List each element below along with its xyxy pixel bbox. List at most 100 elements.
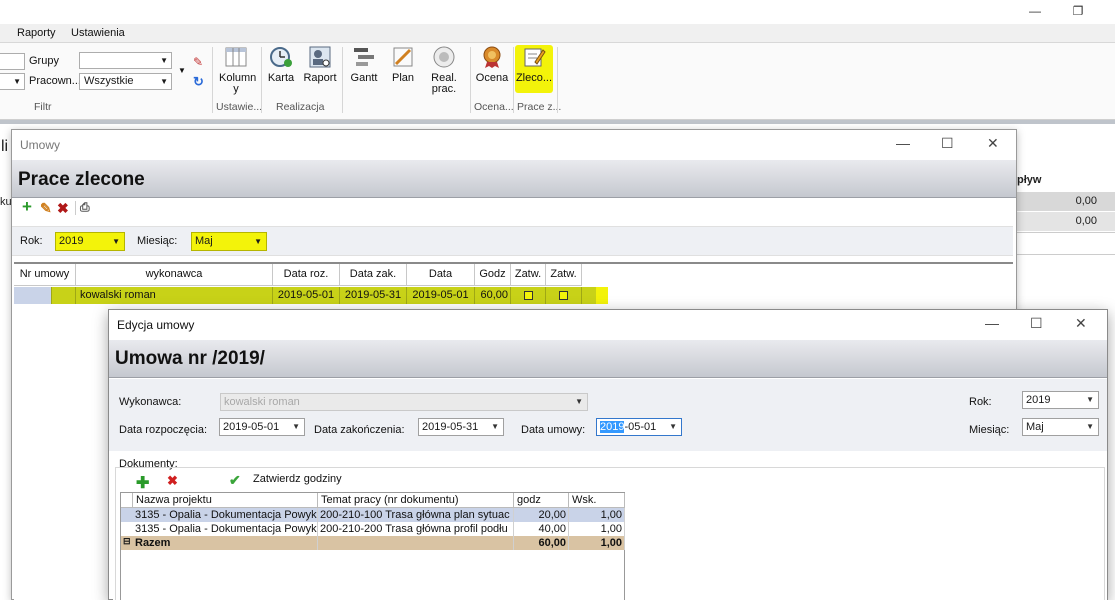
- menu-ustawienia[interactable]: Ustawienia: [71, 27, 125, 39]
- column-header[interactable]: Godz: [475, 264, 511, 286]
- add-icon[interactable]: +: [22, 197, 32, 217]
- delete-icon[interactable]: ✖: [57, 200, 69, 217]
- column-header[interactable]: Wsk.: [569, 493, 625, 508]
- pracown-value: Wszystkie: [84, 75, 134, 87]
- chevron-down-icon: ▼: [292, 422, 300, 431]
- minimize-icon[interactable]: —: [896, 135, 910, 151]
- clear-filter-icon[interactable]: ✎: [193, 55, 203, 69]
- data-rozpoczecia-picker[interactable]: 2019-05-01 ▼: [219, 418, 305, 436]
- miesiac-label: Miesiąc:: [137, 235, 178, 247]
- maximize-icon[interactable]: ☐: [941, 135, 954, 152]
- prace-group-label: Prace z...: [517, 101, 562, 113]
- more-dropdown-icon[interactable]: ▼: [178, 66, 186, 75]
- add-icon[interactable]: ✚: [136, 473, 149, 493]
- gantt-label: Gantt: [350, 72, 378, 84]
- raport-button[interactable]: Raport: [302, 45, 338, 84]
- column-header[interactable]: Nr umowy: [14, 264, 76, 286]
- chevron-down-icon: ▼: [491, 422, 499, 431]
- rok-select[interactable]: 2019 ▼: [55, 232, 125, 251]
- chevron-down-icon: ▼: [160, 77, 168, 86]
- cell-temat: 200-210-200 Trasa główna profil podłu: [318, 522, 514, 536]
- page-title: Prace zlecone: [18, 169, 145, 190]
- karta-button[interactable]: Karta: [266, 45, 296, 84]
- column-header[interactable]: godz: [514, 493, 569, 508]
- column-header[interactable]: Zatw.: [511, 264, 546, 286]
- zlecone-button[interactable]: Zleco...: [515, 45, 553, 93]
- sum-wsk: 1,00: [569, 536, 625, 550]
- edit-icon[interactable]: ✎: [40, 200, 52, 217]
- delete-icon[interactable]: ✖: [167, 473, 178, 489]
- miesiac-select[interactable]: Maj ▼: [191, 232, 267, 251]
- table-row[interactable]: 3135 - Opalia - Dokumentacja Powyk 200-2…: [121, 522, 625, 536]
- chevron-down-icon: ▼: [575, 397, 583, 406]
- cell-godz: 60,00: [475, 287, 511, 304]
- real-prac-label: Real. prac.: [431, 72, 457, 95]
- grupy-label: Grupy: [29, 55, 59, 67]
- data-umowy-picker[interactable]: 2019-05-01 ▼: [596, 418, 682, 436]
- cell-wsk: 1,00: [569, 508, 625, 522]
- data-rozpoczecia-label: Data rozpoczęcia:: [119, 424, 208, 436]
- cell-data: 2019-05-01: [407, 287, 475, 304]
- approve-check-icon[interactable]: ✔: [229, 472, 241, 489]
- grupy-input[interactable]: [0, 53, 25, 70]
- sum-label: Razem: [133, 536, 318, 550]
- cell-nr: [14, 287, 52, 304]
- menu-raporty[interactable]: Raporty: [17, 27, 56, 39]
- data-zakonczenia-picker[interactable]: 2019-05-31 ▼: [418, 418, 504, 436]
- ocena-group-label: Ocena...: [474, 101, 514, 113]
- cell-data-zak: 2019-05-31: [340, 287, 407, 304]
- data-umowy-label: Data umowy:: [521, 424, 586, 436]
- chevron-down-icon: ▼: [160, 56, 168, 65]
- print-icon[interactable]: ⎙: [80, 200, 90, 215]
- refresh-icon[interactable]: ↻: [193, 74, 204, 90]
- dialog-title: Edycja umowy: [117, 318, 195, 332]
- cell-zatw-1: [511, 287, 546, 304]
- grupy-select[interactable]: ▼: [79, 52, 172, 69]
- close-icon[interactable]: ✕: [987, 135, 999, 152]
- collapse-icon[interactable]: ⊟: [123, 536, 131, 547]
- table-row[interactable]: kowalski roman 2019-05-01 2019-05-31 201…: [14, 287, 596, 304]
- umowy-titlebar: Umowy — ☐ ✕: [12, 130, 1016, 160]
- ocena-label: Ocena: [475, 72, 509, 84]
- column-header[interactable]: Data zak.: [340, 264, 407, 286]
- close-icon[interactable]: ✕: [1075, 315, 1087, 332]
- column-header[interactable]: wykonawca: [76, 264, 273, 286]
- real-prac-button[interactable]: Real. prac.: [428, 45, 460, 95]
- checkbox[interactable]: [523, 290, 533, 300]
- pracown-filter-input[interactable]: ▼: [0, 73, 25, 90]
- ocena-button[interactable]: Ocena: [475, 45, 509, 84]
- chevron-down-icon: ▼: [1086, 395, 1094, 404]
- menu-bar: Raporty Ustawienia: [0, 24, 1115, 42]
- ustawienia-group-label: Ustawie...: [216, 101, 263, 113]
- restore-icon[interactable]: ❐: [1071, 4, 1085, 18]
- column-header[interactable]: Nazwa projektu: [133, 493, 318, 508]
- zatwierdz-godziny-button[interactable]: Zatwierdz godziny: [253, 473, 342, 485]
- pracown-select[interactable]: Wszystkie ▼: [79, 73, 172, 90]
- columns-icon: [225, 47, 247, 67]
- miesiac-select[interactable]: Maj ▼: [1022, 418, 1099, 436]
- maximize-icon[interactable]: ☐: [1030, 315, 1043, 332]
- gantt-button[interactable]: Gantt: [348, 45, 380, 84]
- work-progress-icon: [433, 46, 455, 68]
- column-header[interactable]: Temat pracy (nr dokumentu): [318, 493, 514, 508]
- chevron-down-icon: ▼: [669, 422, 677, 431]
- edycja-titlebar: Edycja umowy — ☐ ✕: [109, 310, 1107, 340]
- umowy-toolbar: + ✎ ✖ ⎙: [12, 197, 1016, 218]
- edycja-umowy-dialog: Edycja umowy — ☐ ✕ Umowa nr /2019/ Wykon…: [108, 309, 1108, 600]
- edycja-header: Umowa nr /2019/: [109, 340, 1107, 378]
- column-header[interactable]: Data: [407, 264, 475, 286]
- checkbox[interactable]: [559, 290, 568, 300]
- column-header[interactable]: Data roz.: [273, 264, 340, 286]
- documents-table: Nazwa projektu Temat pracy (nr dokumentu…: [120, 492, 625, 600]
- plan-label: Plan: [391, 72, 415, 84]
- kolumny-button[interactable]: Kolumn y: [216, 45, 256, 95]
- column-header[interactable]: Zatw.: [546, 264, 582, 286]
- cell-godz: 20,00: [514, 508, 569, 522]
- minimize-icon[interactable]: —: [1028, 4, 1042, 18]
- rok-select[interactable]: 2019 ▼: [1022, 391, 1099, 409]
- cell-wykonawca: kowalski roman: [76, 287, 273, 304]
- kolumny-label: Kolumn y: [219, 72, 257, 95]
- table-row[interactable]: 3135 - Opalia - Dokumentacja Powyk 200-2…: [121, 508, 625, 522]
- plan-button[interactable]: Plan: [388, 45, 418, 84]
- minimize-icon[interactable]: —: [985, 315, 999, 331]
